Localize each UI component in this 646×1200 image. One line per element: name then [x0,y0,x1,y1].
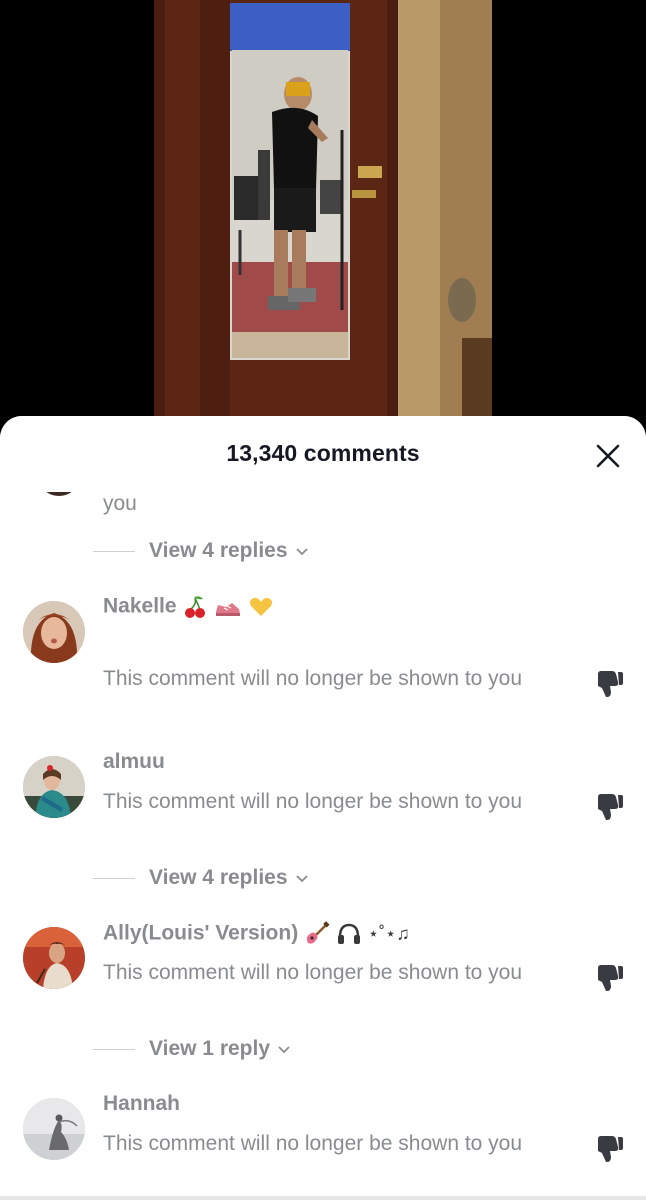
username-text: Nakelle [103,594,177,618]
comment-username[interactable]: almuu [103,750,165,774]
chevron-down-icon [278,1046,290,1054]
comment-text: This comment will no longer be shown to … [103,790,523,813]
thumbs-down-icon [598,965,623,991]
comment-text: This comment will no longer be shown to … [103,1132,523,1155]
close-button[interactable] [590,438,626,474]
thumbs-down-icon [598,794,623,820]
dislike-button[interactable] [594,1133,626,1165]
dislike-button[interactable] [594,668,626,700]
view-replies-button[interactable]: View 1 reply [93,1034,292,1064]
view-replies-button[interactable]: View 4 replies [93,863,310,893]
app-root: you View 4 replies Nakelle This comment … [0,0,646,1200]
guitar-emoji [306,921,330,944]
avatar[interactable] [23,756,85,818]
avatar[interactable] [23,601,85,663]
dislike-button[interactable] [594,791,626,823]
headphones-emoji [337,923,360,944]
username-suffix: ⋆˚⋆♫ [367,923,410,944]
yellow-heart-emoji [250,597,273,616]
video-player[interactable] [0,0,646,430]
avatar[interactable] [23,1098,85,1160]
comment-text: you [103,492,137,515]
comments-count-title: 13,340 comments [226,440,420,466]
avatar[interactable] [23,927,85,989]
comment-username[interactable]: Ally(Louis' Version) ⋆˚⋆♫ [103,921,410,947]
thumbs-down-icon [598,1136,623,1162]
username-text: Ally(Louis' Version) [103,921,299,945]
chevron-down-icon [295,875,308,883]
view-replies-label: View 1 reply [149,1037,271,1060]
replies-divider [93,1048,135,1050]
dislike-button[interactable] [594,962,626,994]
comment-list[interactable]: you View 4 replies Nakelle This comment … [0,416,646,1200]
replies-divider [93,550,135,552]
chevron-down-icon [295,548,308,556]
view-replies-label: View 4 replies [149,866,288,889]
replies-divider [93,877,135,879]
comment-text: This comment will no longer be shown to … [103,667,523,690]
video-frame [0,0,646,430]
sneaker-emoji [216,603,241,616]
comments-sheet: you View 4 replies Nakelle This comment … [0,416,646,1200]
view-replies-label: View 4 replies [149,539,288,562]
thumbs-down-icon [598,671,623,697]
sheet-header: 13,340 comments [0,416,646,492]
view-replies-button[interactable]: View 4 replies [93,536,310,566]
bottom-divider [0,1196,646,1200]
close-icon [596,444,620,468]
comment-text: This comment will no longer be shown to … [103,961,523,984]
cherry-emoji [185,596,206,618]
comment-username[interactable]: Hannah [103,1092,180,1116]
comment-username[interactable]: Nakelle [103,594,274,620]
